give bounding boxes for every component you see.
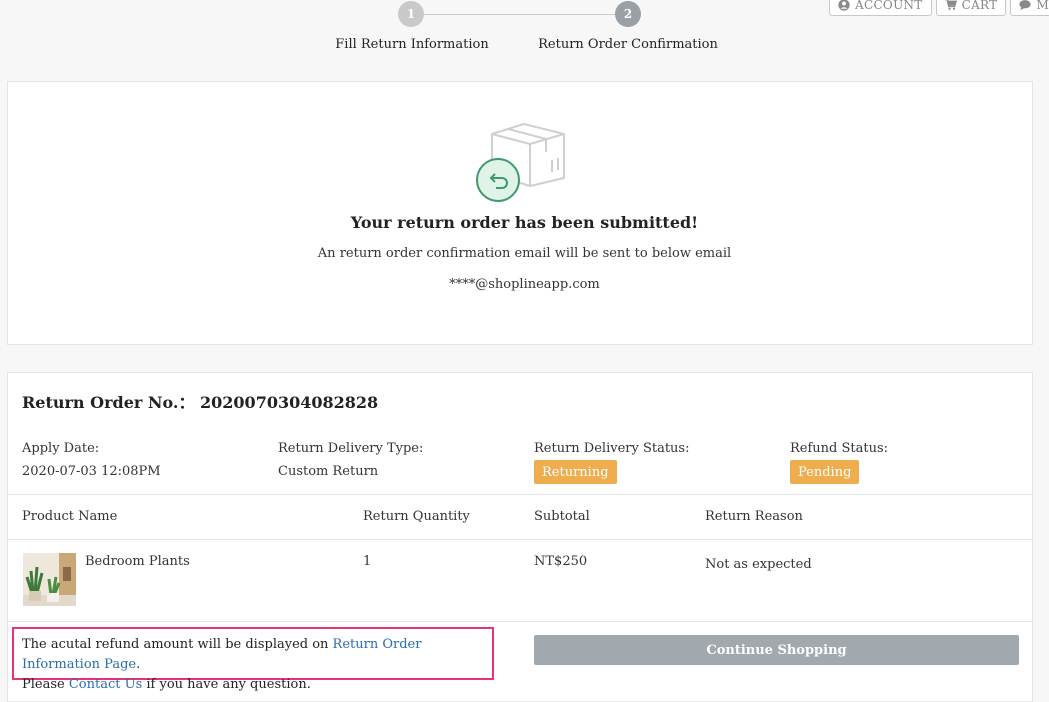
step-2-circle: 2 (615, 1, 641, 27)
divider (8, 494, 1032, 495)
step-1-circle: 1 (398, 1, 424, 27)
header-return-quantity: Return Quantity (363, 509, 470, 524)
delivery-type-value: Custom Return (278, 464, 379, 479)
header-product-name: Product Name (22, 509, 118, 524)
product-name[interactable]: Bedroom Plants (85, 554, 190, 569)
notice-text: Please (22, 677, 69, 692)
header-return-reason: Return Reason (705, 509, 803, 524)
refund-notice: The acutal refund amount will be display… (12, 627, 494, 692)
apply-date-label: Apply Date: (22, 441, 100, 456)
subtotal: NT$250 (534, 554, 588, 569)
divider (8, 539, 1032, 540)
contact-us-link[interactable]: Contact Us (69, 677, 142, 692)
step-1-label: Fill Return Information (335, 37, 489, 52)
delivery-status-label: Return Delivery Status: (534, 441, 690, 456)
delivery-type-label: Return Delivery Type: (278, 441, 424, 456)
header-subtotal: Subtotal (534, 509, 590, 524)
divider (8, 621, 1032, 622)
continue-shopping-button[interactable]: Continue Shopping (534, 635, 1019, 665)
step-2-label: Return Order Confirmation (538, 37, 718, 52)
return-quantity: 1 (363, 554, 372, 569)
step-connector (424, 14, 616, 15)
notice-text: The acutal refund amount will be display… (22, 637, 333, 652)
return-reason: Not as expected (705, 557, 812, 572)
confirmation-description: An return order confirmation email will … (317, 246, 732, 261)
progress-stepper: 1 2 Fill Return Information Return Order… (0, 0, 1049, 70)
return-box-icon (476, 123, 565, 202)
notice-text: . (136, 657, 141, 672)
return-order-number: Return Order No.： 2020070304082828 (22, 393, 379, 412)
refund-status-label: Refund Status: (790, 441, 889, 456)
product-thumbnail (23, 553, 76, 606)
delivery-status-badge: Returning (534, 460, 617, 484)
confirmation-email: ****@shoplineapp.com (449, 277, 600, 292)
notice-text: if you have any question. (142, 677, 311, 692)
refund-status-badge: Pending (790, 460, 860, 484)
apply-date-value: 2020-07-03 12:08PM (22, 464, 161, 479)
confirmation-title: Your return order has been submitted! (350, 213, 699, 232)
